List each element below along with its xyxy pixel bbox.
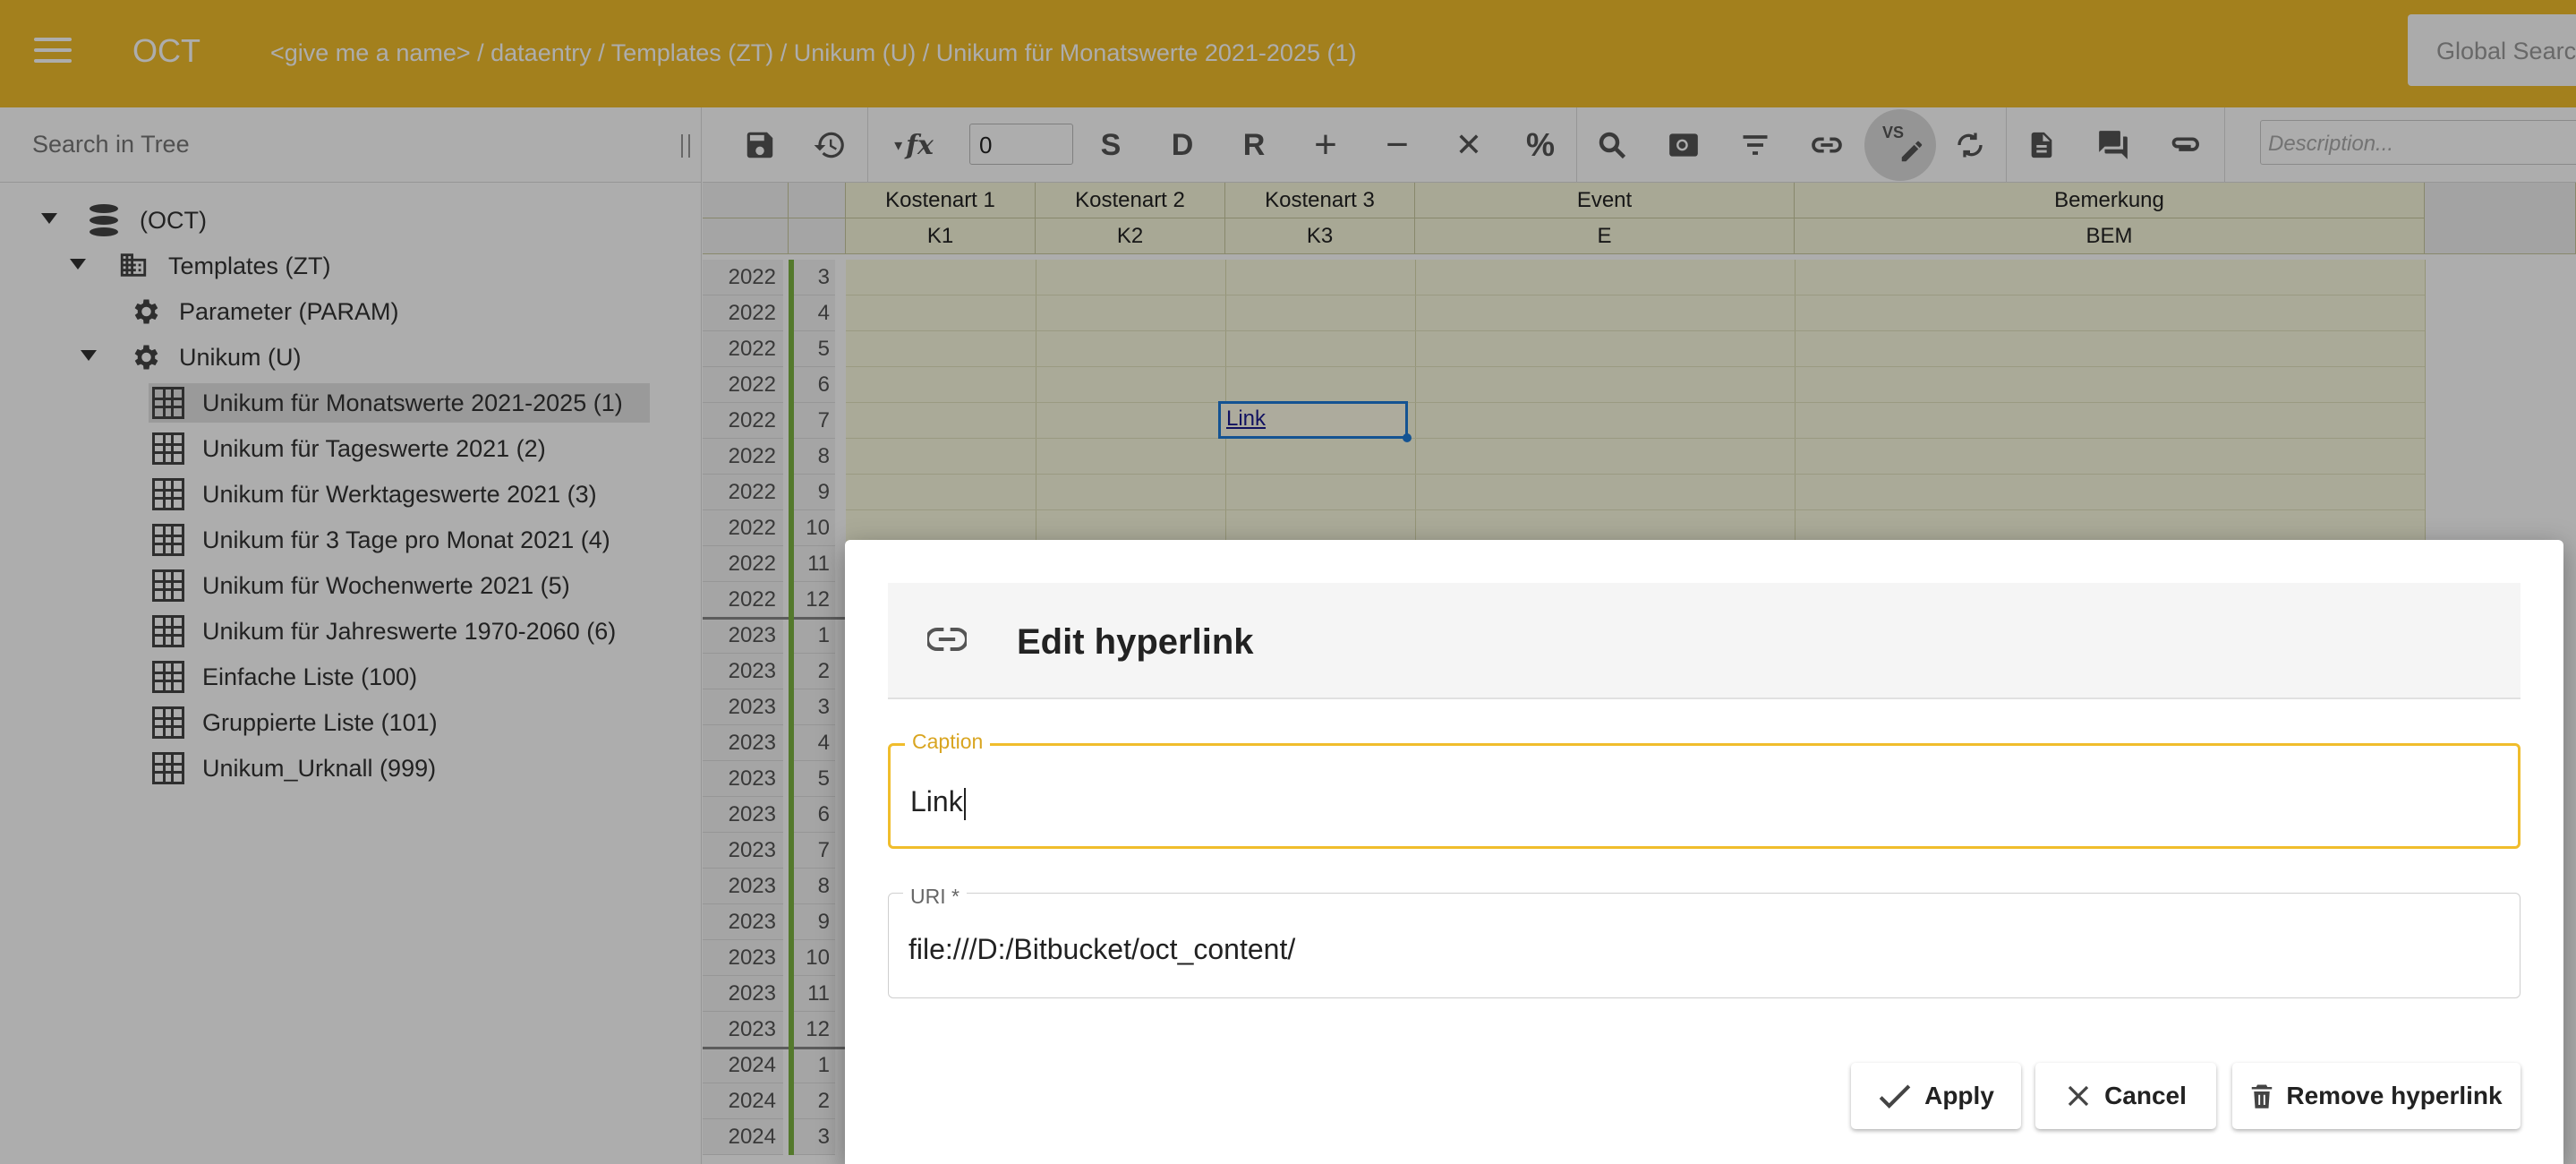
caption-field[interactable]: Caption Link [888, 730, 2521, 849]
caption-value: Link [910, 785, 963, 817]
apply-label: Apply [1924, 1082, 1994, 1109]
uri-field[interactable]: URI * file:///D:/Bitbucket/oct_content/ [888, 885, 2521, 998]
caption-label: Caption [905, 730, 991, 754]
close-icon [2068, 1085, 2089, 1107]
uri-label: URI * [903, 885, 967, 909]
trash-icon [2252, 1084, 2273, 1108]
apply-button[interactable]: Apply [1851, 1063, 2021, 1129]
dialog-header: Edit hyperlink [888, 583, 2521, 699]
cancel-label: Cancel [2104, 1082, 2187, 1109]
link-icon [927, 627, 967, 652]
text-caret [963, 787, 966, 820]
uri-value: file:///D:/Bitbucket/oct_content/ [908, 933, 1296, 965]
remove-hyperlink-button[interactable]: Remove hyperlink [2232, 1063, 2521, 1129]
dialog-title: Edit hyperlink [1017, 622, 1254, 662]
cancel-button[interactable]: Cancel [2035, 1063, 2216, 1129]
remove-hyperlink-label: Remove hyperlink [2286, 1082, 2503, 1109]
check-icon [1879, 1084, 1911, 1108]
edit-hyperlink-dialog: Edit hyperlink Caption Link URI * file:/… [845, 540, 2563, 1164]
